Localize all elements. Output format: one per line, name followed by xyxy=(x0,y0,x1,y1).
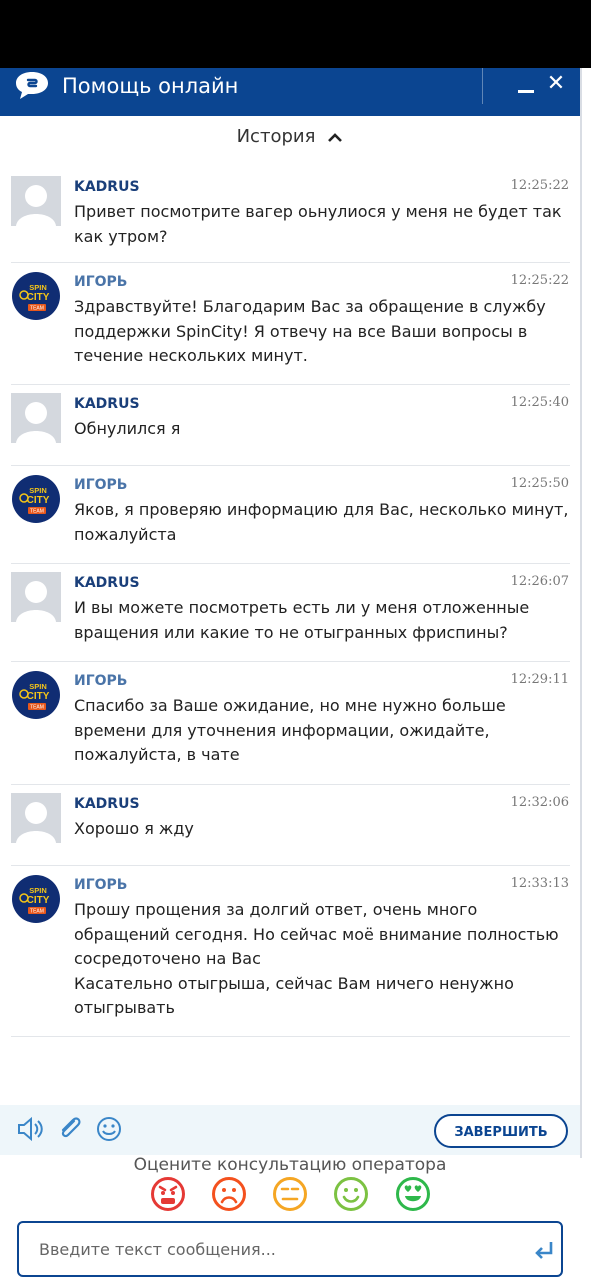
message-author: KADRUS xyxy=(74,575,140,591)
status-bar xyxy=(0,0,591,68)
user-avatar xyxy=(11,793,61,843)
message-line: Хорошо я жду xyxy=(74,819,194,838)
chat-message: SPIN CITY TEAM ИГОРЬ 12:33:13 Прошу прощения … xyxy=(0,866,580,1037)
message-time: 12:29:11 xyxy=(510,672,569,687)
smiley-icon[interactable] xyxy=(95,1115,123,1143)
operator-avatar-line2: CITY xyxy=(27,691,50,702)
message-author: ИГОРЬ xyxy=(74,477,128,493)
message-time: 12:25:40 xyxy=(510,395,569,410)
message-line: течение нескольких минут. xyxy=(74,346,308,365)
message-line: обращений сегодня. Но сейчас моё внимани… xyxy=(74,924,559,944)
message-line: как утром? xyxy=(74,226,168,246)
operator-avatar-line1: SPIN xyxy=(29,886,47,895)
message-line: отыгрывать xyxy=(74,998,175,1017)
operator-avatar-line2: CITY xyxy=(27,495,50,506)
operator-avatar: SPINCITY TEAM xyxy=(12,272,60,320)
message-time: 12:25:22 xyxy=(510,273,569,288)
minimize-button[interactable] xyxy=(518,82,536,100)
history-label: История xyxy=(236,126,316,147)
user-avatar xyxy=(11,572,61,622)
speaker-icon[interactable] xyxy=(16,1115,44,1143)
chat-header: Помощь онлайн ✕ xyxy=(0,68,580,116)
minimize-icon xyxy=(518,90,534,93)
operator-avatar-badge: TEAM xyxy=(30,306,44,312)
operator-avatar-line2: CITY xyxy=(27,895,50,906)
message-line: И вы можете посмотреть есть ли у меня от… xyxy=(74,598,530,617)
message-author: KADRUS xyxy=(74,796,140,812)
operator-avatar-line1: SPIN xyxy=(29,486,47,495)
message-line: пожалуйста, в чате xyxy=(74,745,240,764)
message-author: KADRUS xyxy=(74,179,140,195)
chat-message: KADRUS 12:32:06 Хорошо я жду xyxy=(0,785,580,866)
rate-sad-icon[interactable] xyxy=(211,1176,247,1212)
message-text: И вы можете посмотреть есть ли у меня от… xyxy=(74,596,564,645)
operator-avatar-badge: TEAM xyxy=(30,909,44,915)
message-author: KADRUS xyxy=(74,396,140,412)
message-line: Спасибо за Ваше ожидание, но мне нужно б… xyxy=(74,696,506,715)
message-line: Здравствуйте! Благодарим Вас за обращени… xyxy=(74,297,546,316)
history-toggle[interactable]: История xyxy=(0,122,580,152)
message-text: Привет посмотрите вагер оьнулиося у меня… xyxy=(74,200,564,249)
close-icon: ✕ xyxy=(546,71,566,96)
rate-neutral-icon[interactable] xyxy=(272,1176,308,1212)
message-line: Привет посмотрите вагер оьнулиося у меня… xyxy=(74,202,562,221)
chat-message: SPIN CITY TEAM ИГОРЬ 12:25:22 Здравствуйте! Б… xyxy=(0,263,580,385)
message-author: ИГОРЬ xyxy=(74,274,128,290)
header-divider xyxy=(482,68,483,104)
operator-avatar-line1: SPIN xyxy=(29,283,47,292)
operator-avatar-line2: CITY xyxy=(27,292,50,303)
chat-message: KADRUS 12:25:22 Привет посмотрите вагер оь… xyxy=(0,168,580,263)
message-time: 12:33:13 xyxy=(510,876,569,891)
chevron-up-icon xyxy=(328,133,343,142)
rate-love-icon[interactable] xyxy=(395,1176,431,1212)
message-time: 12:25:22 xyxy=(510,178,569,193)
message-line: Яков, я проверяю информацию для Вас, нес… xyxy=(74,500,569,519)
operator-avatar: SPINCITY TEAM xyxy=(12,475,60,523)
chat-message: KADRUS 12:25:40 Обнулился я xyxy=(0,385,580,466)
message-list: KADRUS 12:25:22 Привет посмотрите вагер оь… xyxy=(0,168,580,1037)
user-avatar xyxy=(11,176,61,226)
message-time: 12:25:50 xyxy=(510,476,569,491)
window-edge xyxy=(580,68,582,1158)
message-line: времени для уточнения информации, ожидай… xyxy=(74,720,490,740)
operator-avatar-line1: SPIN xyxy=(29,682,47,691)
message-time: 12:26:07 xyxy=(510,574,569,589)
message-line: сосредоточено на Вас xyxy=(74,949,261,968)
chat-bubble-logo-icon xyxy=(16,72,48,99)
message-line: пожалуйста xyxy=(74,524,177,544)
message-text: Хорошо я жду xyxy=(74,817,564,842)
message-input[interactable] xyxy=(39,1233,519,1265)
message-line: Прошу прощения за долгий ответ, очень мн… xyxy=(74,900,478,919)
message-line: вращения или какие то не отыгранных фрис… xyxy=(74,622,508,642)
message-composer xyxy=(17,1221,563,1277)
message-line: Касательно отыгрыша, сейчас Вам ничего н… xyxy=(74,973,514,993)
chat-title: Помощь онлайн xyxy=(62,74,239,98)
message-author: ИГОРЬ xyxy=(74,673,128,689)
message-text: Обнулился я xyxy=(74,417,564,442)
message-line: поддержки SpinCity! Я отвечу на все Ваши… xyxy=(74,321,528,341)
finish-chat-button[interactable]: ЗАВЕРШИТЬ xyxy=(434,1114,568,1148)
message-text: Яков, я проверяю информацию для Вас, нес… xyxy=(74,498,569,547)
message-text: Здравствуйте! Благодарим Вас за обращени… xyxy=(74,295,564,369)
chat-message: KADRUS 12:26:07 И вы можете посмотреть ест… xyxy=(0,564,580,662)
rate-angry-icon[interactable] xyxy=(150,1176,186,1212)
chat-message: SPIN CITY TEAM ИГОРЬ 12:29:11 Спасибо за Ваше… xyxy=(0,662,580,785)
operator-avatar: SPINCITY TEAM xyxy=(12,671,60,719)
send-enter-icon[interactable] xyxy=(533,1239,555,1261)
rate-happy-icon[interactable] xyxy=(333,1176,369,1212)
operator-avatar-badge: TEAM xyxy=(30,509,44,515)
paperclip-icon[interactable] xyxy=(56,1115,84,1143)
message-separator xyxy=(11,1036,570,1037)
chat-message: SPIN CITY TEAM ИГОРЬ 12:25:50 Яков, я проверя… xyxy=(0,466,580,564)
message-author: ИГОРЬ xyxy=(74,877,128,893)
rating-prompt: Оцените консультацию оператора xyxy=(133,1155,447,1175)
message-text: Спасибо за Ваше ожидание, но мне нужно б… xyxy=(74,694,564,768)
message-line: Обнулился я xyxy=(74,419,181,438)
operator-avatar-badge: TEAM xyxy=(30,705,44,711)
message-time: 12:32:06 xyxy=(510,795,569,810)
message-text: Прошу прощения за долгий ответ, очень мн… xyxy=(74,898,564,1021)
operator-avatar: SPINCITY TEAM xyxy=(12,875,60,923)
user-avatar xyxy=(11,393,61,443)
close-button[interactable]: ✕ xyxy=(546,71,566,97)
